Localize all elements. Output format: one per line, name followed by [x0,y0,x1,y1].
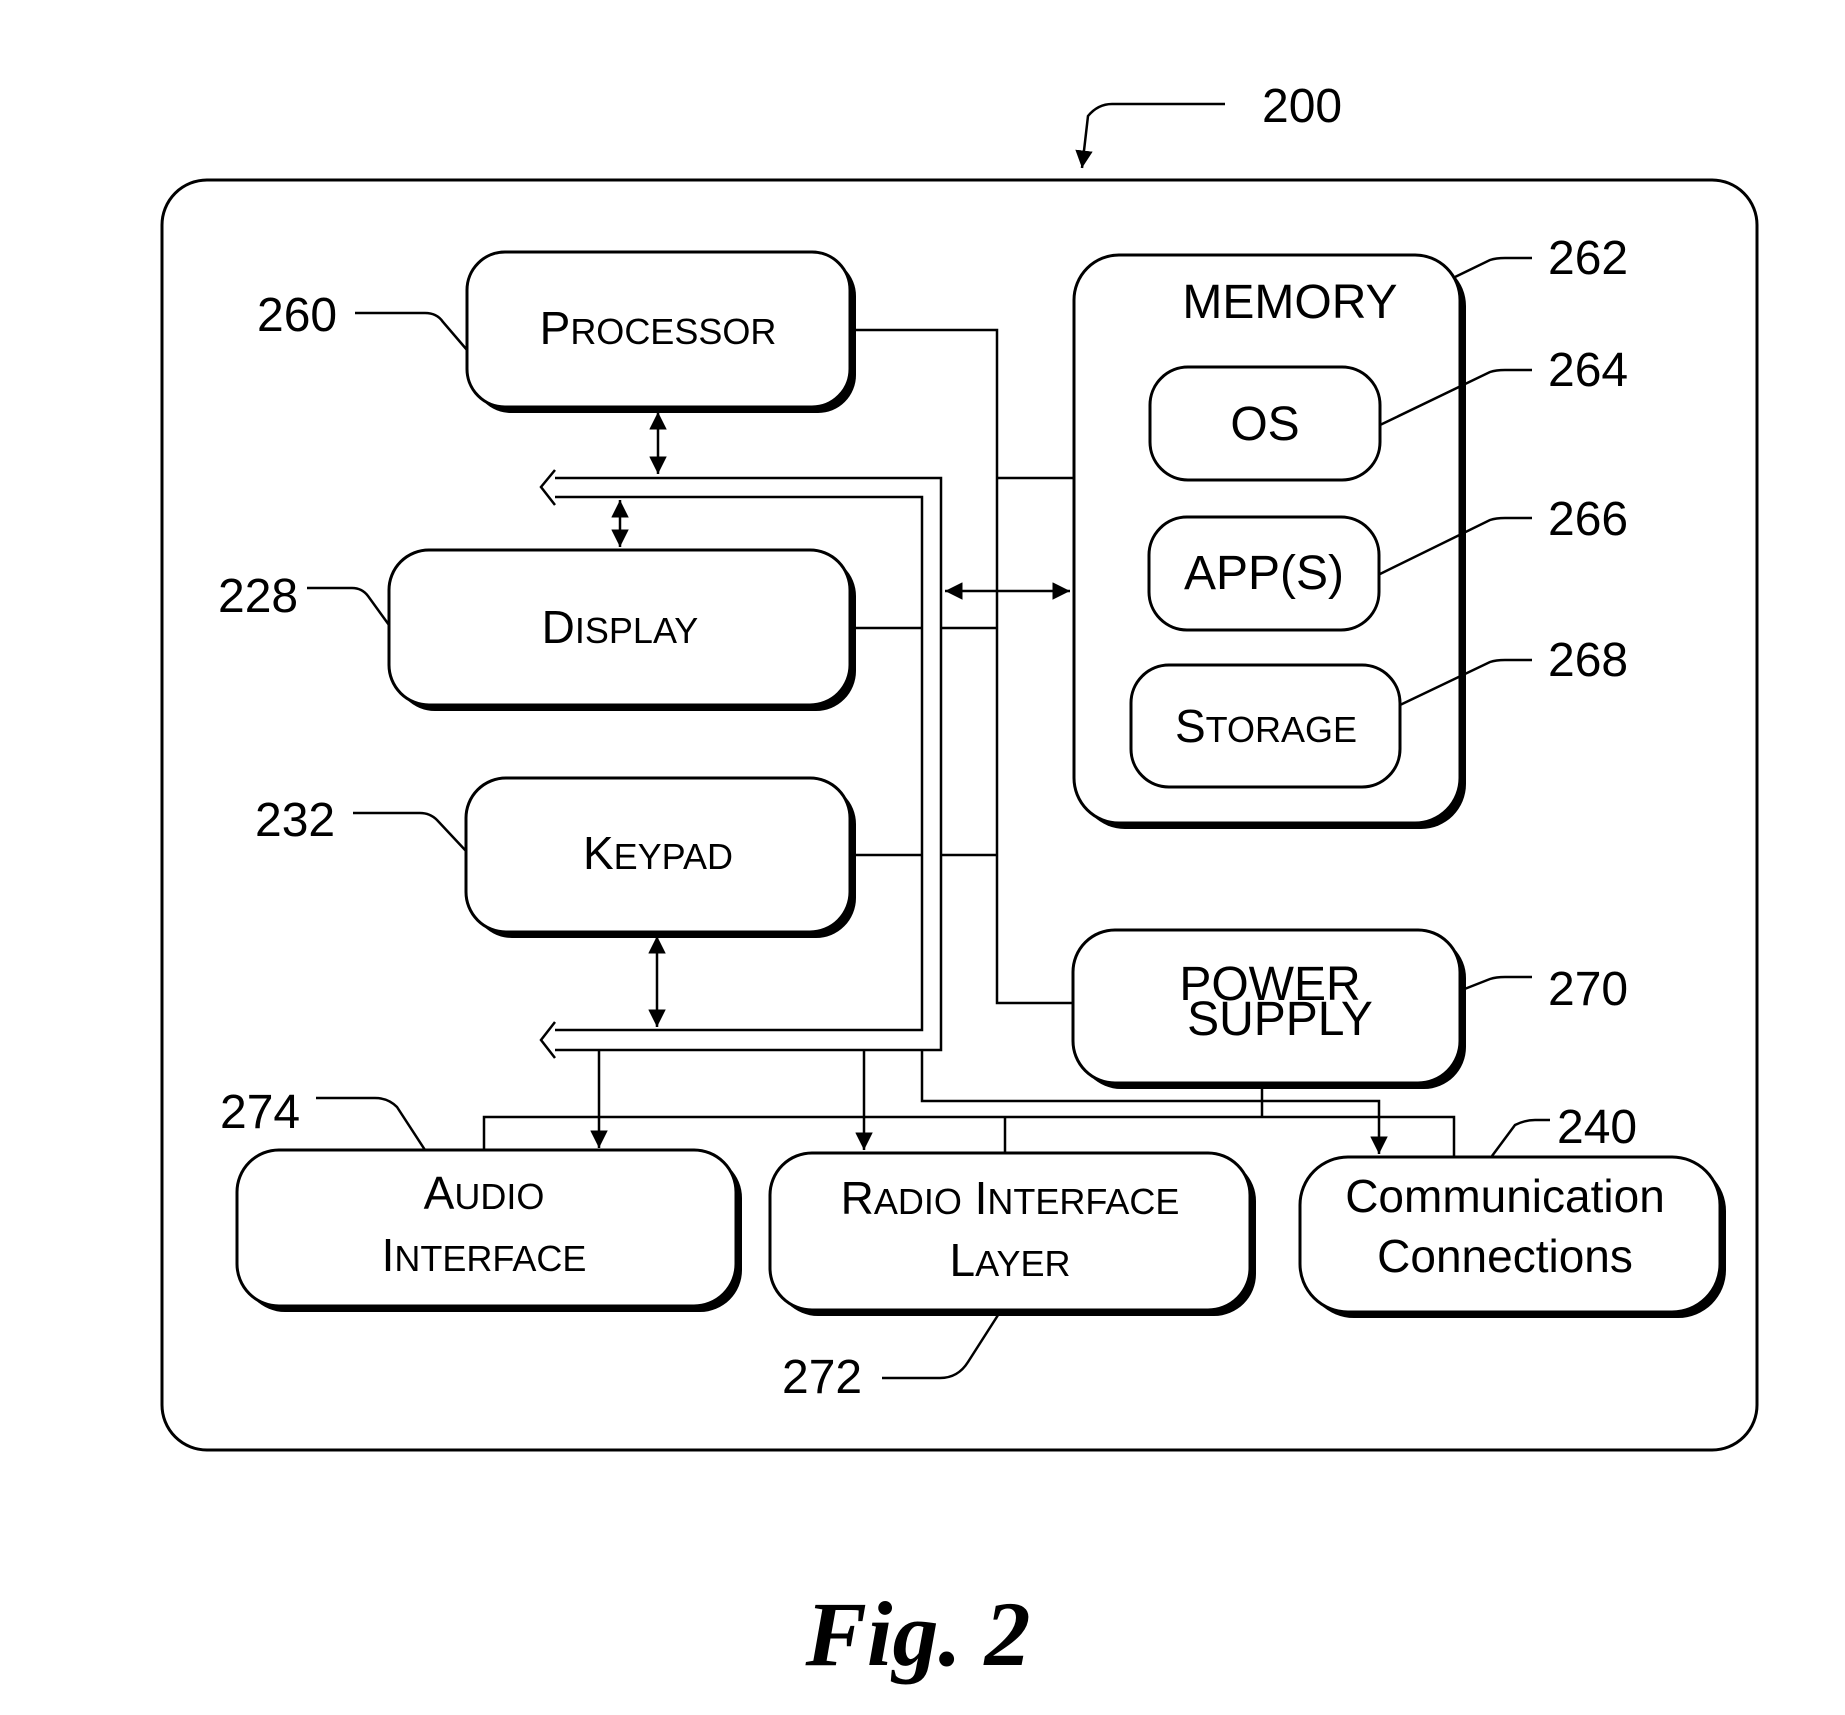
ref-228-leader [307,586,391,626]
ref-262: 262 [1548,232,1628,285]
ref-270: 270 [1548,963,1628,1016]
interface-label-rest: NTERFACE [394,1238,586,1279]
ref-200-leader [1075,102,1225,169]
ref-274: 274 [220,1086,300,1139]
communication-connections-block[interactable]: Communication Connections [1298,1155,1726,1318]
radio-label-rest: ADIO [874,1181,962,1222]
block-diagram: 200 PROCESSOR 260 MEMORY 262 OS 264 APP(… [160,80,1759,1685]
ref-232-leader [353,811,467,852]
ref-272: 272 [782,1351,862,1404]
layer-label-rest: AYER [975,1243,1070,1284]
display-block[interactable]: DISPLAY [387,548,856,711]
ref-266: 266 [1548,493,1628,546]
audio-label-rest: UDIO [454,1176,544,1217]
ref-240-leader [1490,1118,1550,1157]
apps-label: APP(S) [1184,547,1344,600]
figure-caption: Fig. 2 [805,1583,1031,1685]
keypad-label-rest: EYPAD [614,836,733,877]
processor-block[interactable]: PROCESSOR [465,250,856,413]
interface-label-first: I [382,1229,395,1281]
power-supply-block[interactable]: POWER SUPPLY [1071,928,1466,1089]
communication-label-line2: Connections [1377,1230,1633,1282]
storage-label-rest: TORAGE [1206,709,1357,750]
os-label: OS [1230,398,1299,451]
os-block[interactable]: OS [1148,365,1382,482]
radio-interface-label-first: I [975,1172,988,1224]
ref-200: 200 [1262,80,1342,133]
keypad-block[interactable]: KEYPAD [464,776,856,938]
ref-240: 240 [1557,1101,1637,1154]
audio-label-first: A [424,1167,455,1219]
ref-232: 232 [255,794,335,847]
ref-268: 268 [1548,634,1628,687]
processor-label-first: P [540,302,571,354]
ref-264: 264 [1548,344,1628,397]
power-supply-label-line2: SUPPLY [1187,993,1373,1046]
layer-label-first: L [950,1234,976,1286]
radio-label-first: R [841,1172,874,1224]
ref-272-leader [882,1311,1002,1380]
ref-270-leader [1461,975,1532,992]
keypad-label-first: K [583,827,614,879]
processor-label-rest: ROCESSOR [570,311,776,352]
communication-label-line1: Communication [1345,1170,1665,1222]
ref-228: 228 [218,570,298,623]
audio-interface-block[interactable]: AUDIO INTERFACE [235,1148,742,1312]
display-label-rest: ISPLAY [575,610,698,651]
memory-label: MEMORY [1182,276,1397,329]
ref-274-leader [316,1096,427,1151]
apps-block[interactable]: APP(S) [1147,515,1381,632]
storage-label-first: S [1175,700,1206,752]
ref-262-leader [1454,256,1532,279]
ref-260-leader [355,311,468,351]
storage-block[interactable]: STORAGE [1129,663,1402,789]
display-label-first: D [542,601,575,653]
radio-interface-layer-block[interactable]: RADIO INTERFACE LAYER [768,1151,1256,1316]
ref-260: 260 [257,289,337,342]
radio-interface-label-rest: NTERFACE [987,1181,1179,1222]
